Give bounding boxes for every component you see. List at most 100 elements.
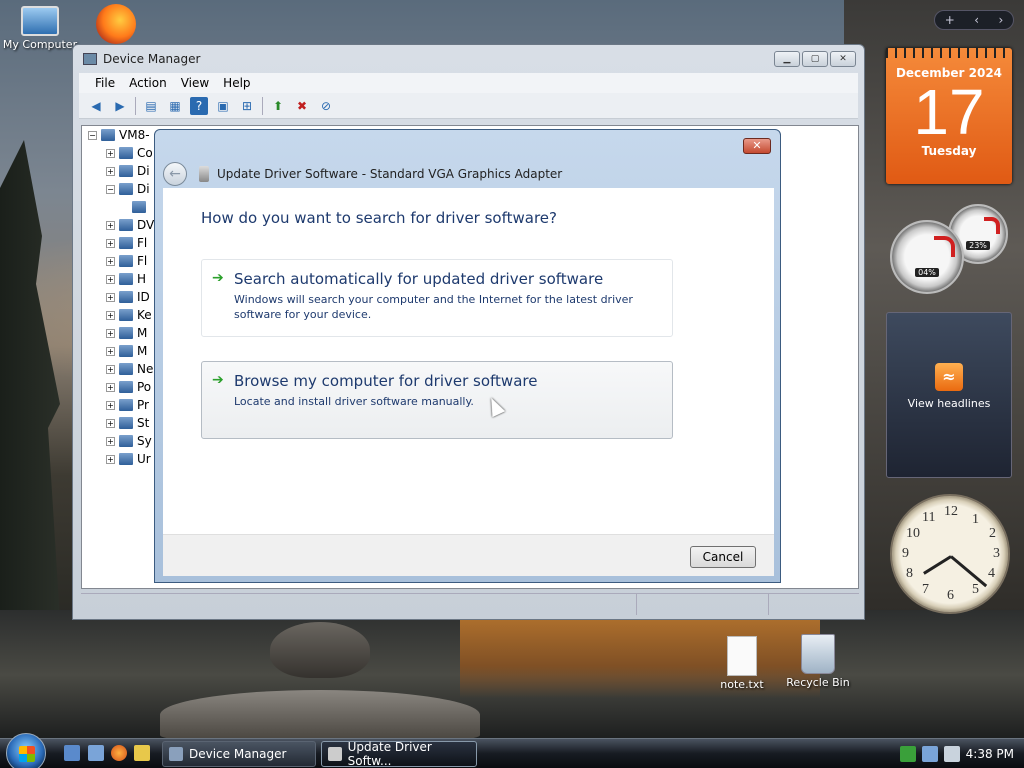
display-adapter-icon [119, 183, 133, 195]
menu-file[interactable]: File [95, 76, 115, 90]
clock-text[interactable]: 4:38 PM [966, 747, 1014, 761]
scan-hardware-icon[interactable]: ⊞ [238, 97, 256, 115]
show-desktop-icon[interactable] [64, 745, 80, 761]
collapse-icon[interactable]: − [106, 184, 115, 194]
device-manager-icon [83, 53, 97, 65]
system-tray: 4:38 PM [899, 739, 1024, 768]
desktop-icon-label: Recycle Bin [786, 676, 850, 689]
expand-icon[interactable]: + [106, 292, 115, 302]
expand-icon[interactable]: + [106, 166, 115, 176]
expand-icon[interactable]: + [106, 256, 115, 266]
taskbar-button-label: Device Manager [189, 747, 287, 761]
taskbar-button-device-manager[interactable]: Device Manager [162, 741, 316, 767]
expand-icon[interactable]: + [106, 346, 115, 356]
option-title: Browse my computer for driver software [234, 372, 538, 390]
sidebar-controls: + ‹ › [934, 10, 1014, 30]
menu-action[interactable]: Action [129, 76, 167, 90]
status-pane [637, 594, 769, 615]
firefox-icon[interactable] [111, 745, 127, 761]
tree-item-label: Co [137, 146, 153, 160]
back-arrow-icon[interactable]: ◀ [87, 97, 105, 115]
desktop-icon-label: My Computer [2, 38, 78, 51]
help-icon[interactable]: ? [190, 96, 208, 115]
meter-redzone [934, 236, 955, 257]
green-arrow-icon: ➔ [212, 270, 224, 286]
close-button[interactable]: ✕ [830, 51, 856, 67]
collapse-icon[interactable]: − [88, 130, 97, 140]
minimize-button[interactable]: ▁ [774, 51, 800, 67]
menu-bar: File Action View Help [79, 73, 858, 93]
cpu-meter[interactable]: 04% [890, 220, 964, 294]
taskbar-button-update-driver[interactable]: Update Driver Softw... [321, 740, 477, 768]
browse-computer-option[interactable]: ➔ Browse my computer for driver software… [201, 361, 673, 439]
tree-item-label: Ke [137, 308, 152, 322]
clock-gadget[interactable]: 12 3 6 9 1 2 4 5 7 8 10 11 [890, 494, 1010, 614]
meter-redzone [983, 217, 1001, 234]
dialog-header: ← Update Driver Software - Standard VGA … [163, 158, 774, 190]
expand-icon[interactable]: + [106, 220, 115, 230]
uninstall-icon[interactable]: ✖ [293, 97, 311, 115]
device-category-icon [119, 165, 133, 177]
desktop-icon-my-computer[interactable]: My Computer [0, 6, 80, 51]
search-automatically-option[interactable]: ➔ Search automatically for updated drive… [201, 259, 673, 337]
maximize-button[interactable]: ▢ [802, 51, 828, 67]
desktop-icon-recycle-bin[interactable]: Recycle Bin [778, 634, 858, 689]
tree-item-label: Ne [137, 362, 154, 376]
expand-icon[interactable]: + [106, 400, 115, 410]
expand-icon[interactable]: + [106, 238, 115, 248]
desktop-icon-firefox[interactable] [76, 4, 156, 46]
properties-icon[interactable]: ▦ [166, 97, 184, 115]
device-category-icon [119, 273, 133, 285]
graphics-adapter-icon [328, 747, 342, 761]
expand-icon[interactable]: + [106, 418, 115, 428]
disable-device-icon[interactable]: ⊘ [317, 97, 335, 115]
device-category-icon [119, 417, 133, 429]
expand-icon[interactable]: + [106, 454, 115, 464]
tree-root-label: VM8- [119, 128, 150, 142]
window-controls: ▁ ▢ ✕ [774, 51, 856, 67]
text-file-icon [727, 636, 757, 676]
clock-numeral: 12 [944, 504, 958, 519]
feed-headlines-gadget[interactable]: ≈ View headlines [886, 312, 1012, 478]
expand-icon[interactable]: + [106, 382, 115, 392]
computer-icon [101, 129, 115, 141]
window-title: Device Manager [103, 52, 201, 66]
tree-item-label: DV [137, 218, 155, 232]
volume-muted-icon[interactable] [943, 746, 960, 762]
dialog-close-button[interactable]: ✕ [743, 138, 771, 154]
desktop-icon-note[interactable]: note.txt [702, 636, 782, 691]
device-manager-icon [169, 747, 183, 761]
expand-icon[interactable]: + [106, 328, 115, 338]
switch-windows-icon[interactable] [88, 745, 104, 761]
network-icon[interactable] [921, 746, 938, 762]
view-icon[interactable]: ▣ [214, 97, 232, 115]
media-player-icon[interactable] [134, 745, 150, 761]
window-titlebar[interactable]: Device Manager [73, 45, 864, 73]
menu-view[interactable]: View [181, 76, 209, 90]
calendar-gadget[interactable]: December 2024 17 Tuesday [886, 48, 1012, 184]
expand-icon[interactable]: + [106, 148, 115, 158]
clock-numeral: 1 [972, 512, 979, 527]
back-button[interactable]: ← [163, 162, 187, 186]
clock-numeral: 5 [972, 582, 979, 597]
add-gadget-button[interactable]: + [945, 13, 955, 27]
toolbar-separator [262, 96, 263, 115]
expand-icon[interactable]: + [106, 274, 115, 284]
expand-icon[interactable]: + [106, 436, 115, 446]
next-gadget-button[interactable]: › [998, 13, 1003, 27]
expand-icon[interactable]: + [106, 310, 115, 320]
tree-item-label: Fl [137, 254, 148, 268]
desktop-icon-label: note.txt [720, 678, 764, 691]
forward-arrow-icon[interactable]: ▶ [111, 97, 129, 115]
device-category-icon [119, 147, 133, 159]
start-button[interactable] [6, 733, 46, 768]
cancel-button[interactable]: Cancel [690, 546, 756, 568]
security-center-icon[interactable] [899, 746, 916, 762]
previous-gadget-button[interactable]: ‹ [974, 13, 979, 27]
update-driver-icon[interactable]: ⬆ [269, 97, 287, 115]
device-category-icon [119, 309, 133, 321]
menu-help[interactable]: Help [223, 76, 250, 90]
device-category-icon [119, 363, 133, 375]
show-hide-tree-icon[interactable]: ▤ [142, 97, 160, 115]
expand-icon[interactable]: + [106, 364, 115, 374]
